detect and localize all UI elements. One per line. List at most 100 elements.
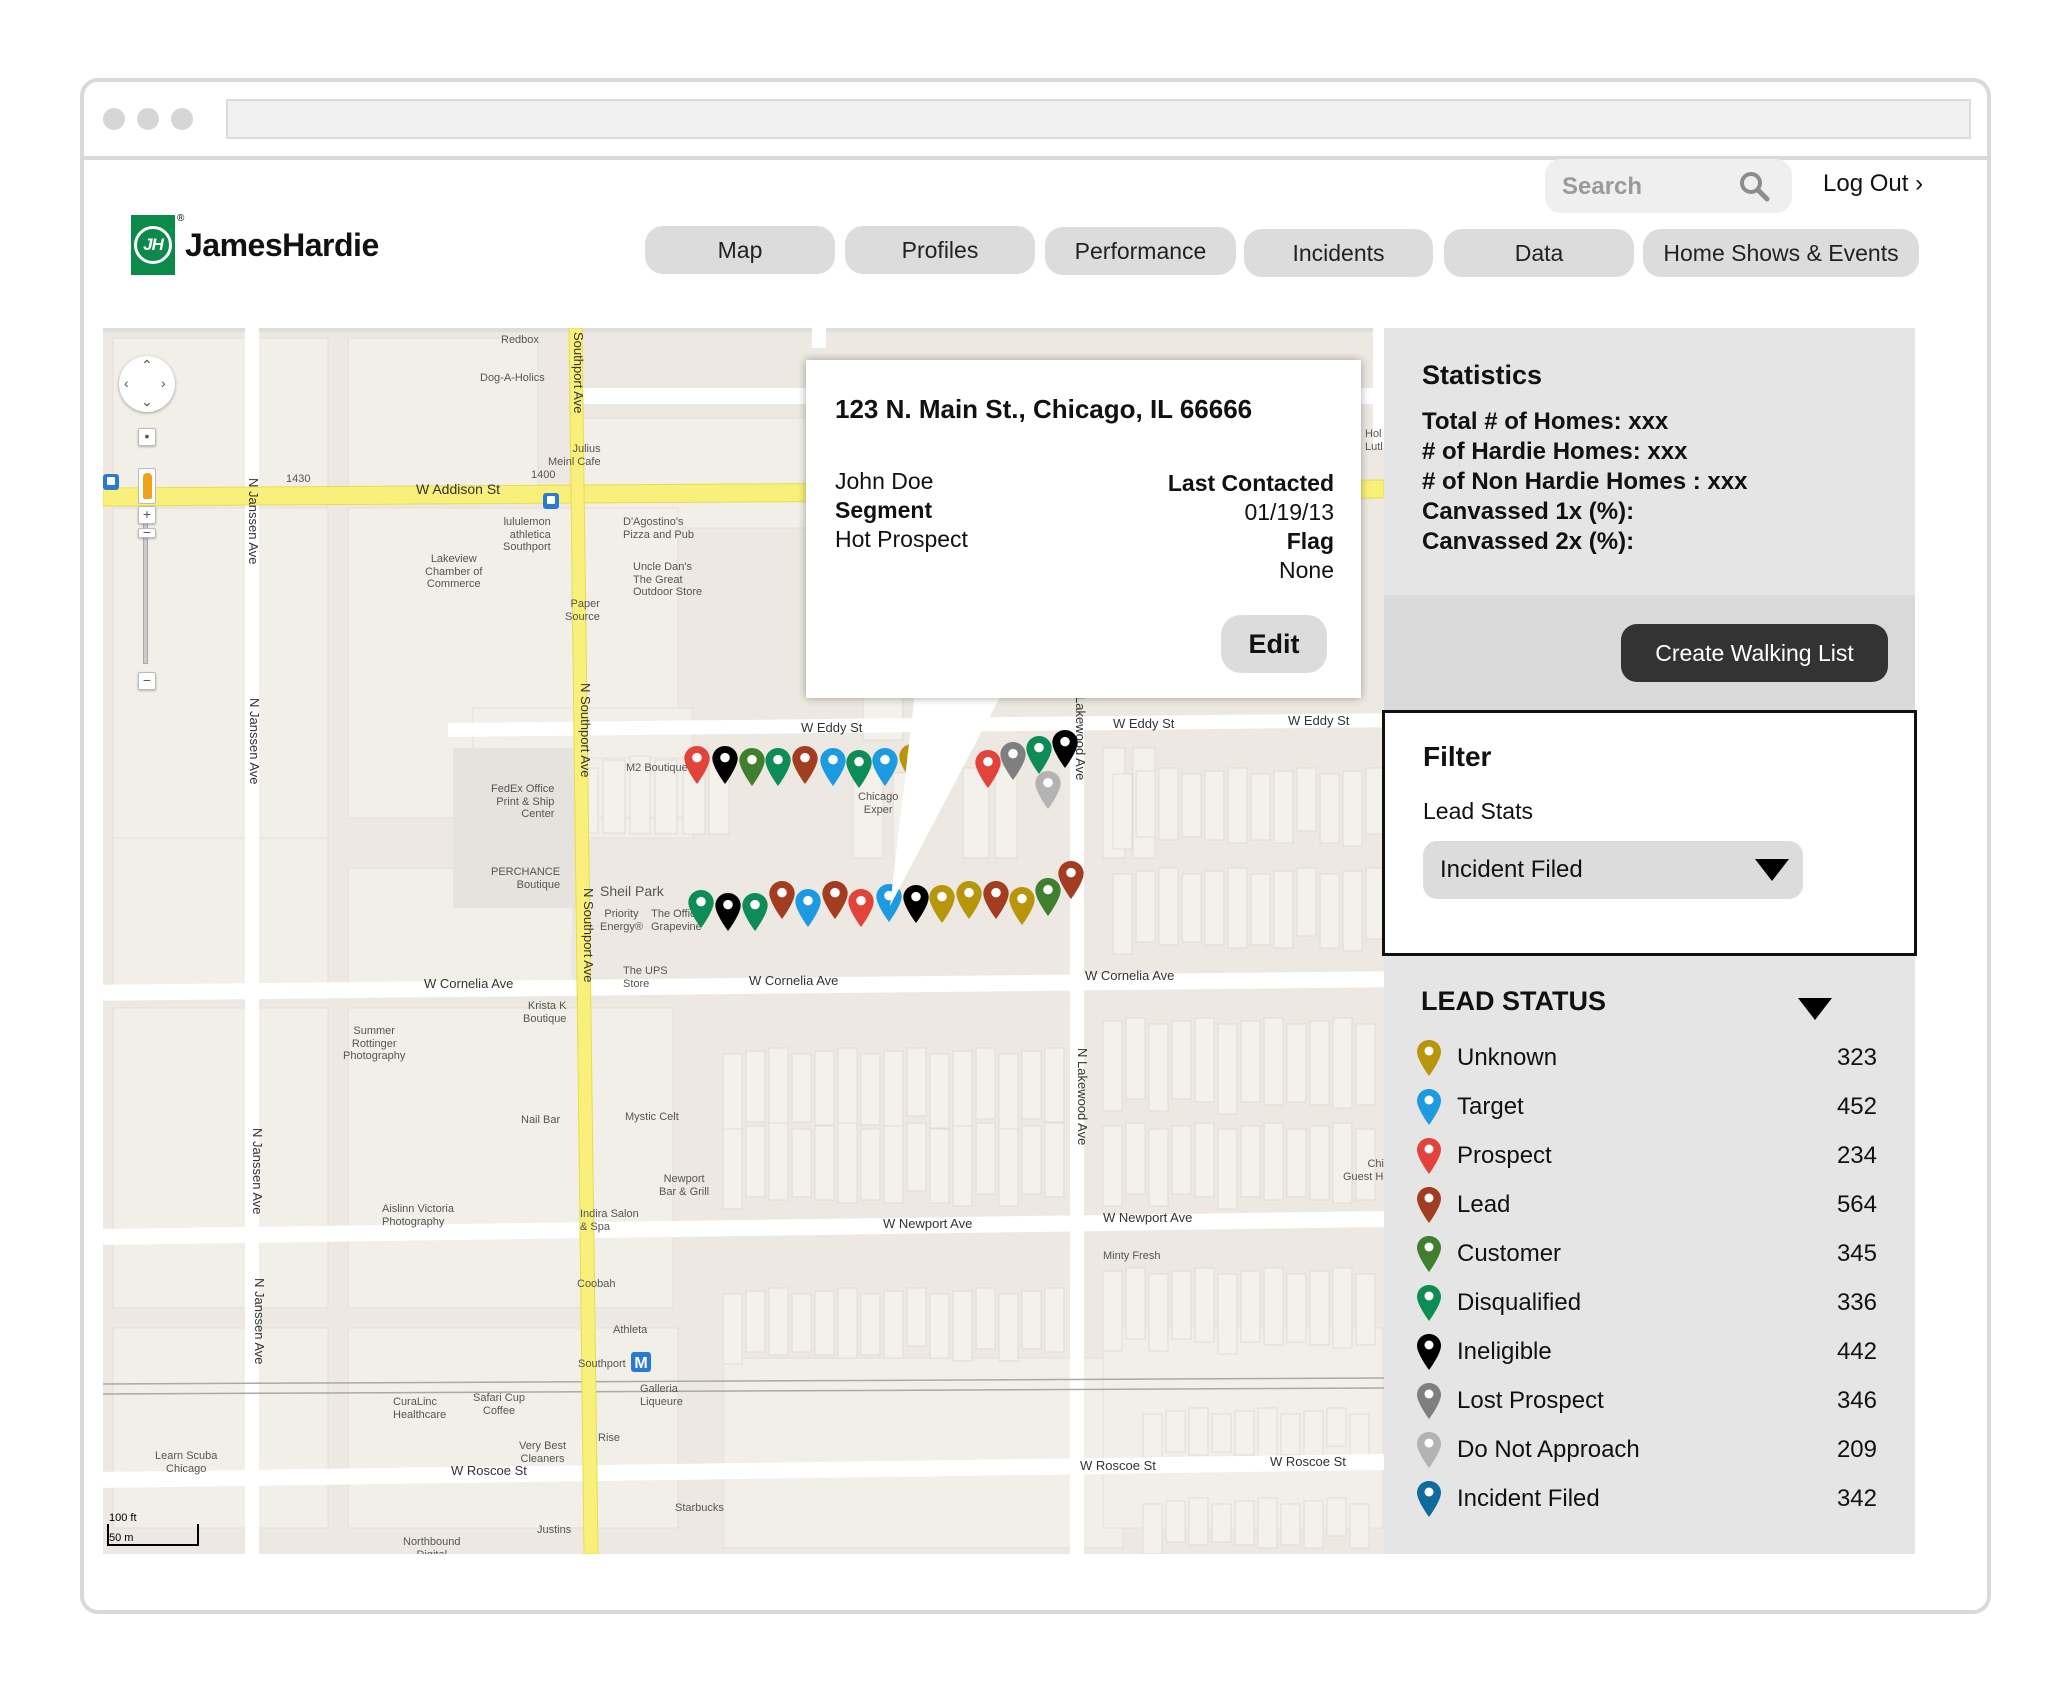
place-chic-guest-house[interactable]: Chic Guest Ho [1343,1158,1384,1183]
lead-status-item-lead[interactable]: Lead 564 [1417,1185,1877,1225]
street-view-pegman-icon[interactable] [138,468,156,504]
map-pin-disqualified[interactable] [765,748,791,786]
nav-tab-data[interactable]: Data [1444,229,1634,277]
place-redbox[interactable]: Redbox [501,334,539,347]
place-summer-rottinger[interactable]: Summer Rottinger Photography [343,1025,405,1063]
place-athleta[interactable]: Athleta [613,1324,647,1337]
search-icon[interactable] [1738,170,1770,202]
map-pin-disqualified[interactable] [1026,736,1052,774]
map-pin-disqualified[interactable] [688,890,714,928]
place-hol-lutl[interactable]: Hol Lutl [1365,428,1383,453]
lead-status-item-target[interactable]: Target 452 [1417,1087,1877,1127]
bus-stop-icon[interactable] [103,474,119,490]
logout-link[interactable]: Log Out › [1823,170,1923,198]
place-julius-meinl[interactable]: Julius Meinl Cafe [548,443,601,468]
place-very-best-cleaners[interactable]: Very Best Cleaners [519,1440,566,1465]
pan-down-icon[interactable]: ⌃ [141,393,153,409]
map-pin-target[interactable] [820,748,846,786]
my-location-button[interactable]: • [138,428,156,446]
map-pan-control[interactable]: ⌃ ⌃ ‹ › [119,356,175,412]
place-justins[interactable]: Justins [537,1524,571,1537]
create-walking-list-button[interactable]: Create Walking List [1621,624,1888,682]
lead-status-item-ineligible[interactable]: Ineligible 442 [1417,1332,1877,1372]
place-curalinc[interactable]: CuraLinc Healthcare [393,1396,446,1421]
map-pin-prospect[interactable] [848,889,874,927]
place-nail-bar[interactable]: Nail Bar [521,1114,560,1127]
pan-right-icon[interactable]: › [161,376,166,390]
place-dagostinos[interactable]: D'Agostino's Pizza and Pub [623,516,694,541]
place-northbound[interactable]: Northbound Digital [403,1536,461,1554]
map-pin-ineligible[interactable] [715,893,741,931]
popup-edit-button[interactable]: Edit [1221,615,1327,673]
bus-stop-icon[interactable] [543,493,559,509]
place-starbucks[interactable]: Starbucks [675,1502,724,1515]
map-pin-lost-prospect[interactable] [1000,742,1026,780]
map-pin-target[interactable] [872,748,898,786]
map-pin-disqualified[interactable] [846,750,872,788]
map-pin-unknown[interactable] [956,881,982,919]
pan-left-icon[interactable]: ‹ [124,376,129,390]
place-southport-station[interactable]: Southport [578,1358,626,1371]
place-dogaholics[interactable]: Dog-A-Holics [480,372,545,385]
place-safari-cup[interactable]: Safari Cup Coffee [473,1392,525,1417]
map-pin-do-not-approach[interactable] [1035,771,1061,809]
place-krista-k[interactable]: Krista K Boutique [523,1000,566,1025]
lead-stats-select[interactable]: Incident Filed [1423,841,1803,899]
nav-tab-performance[interactable]: Performance [1045,227,1236,275]
map-pin-target[interactable] [876,884,902,922]
place-galleria-liqueure[interactable]: Galleria Liqueure [640,1383,683,1408]
place-rise[interactable]: Rise [598,1432,620,1445]
map-pin-ineligible[interactable] [1052,730,1078,768]
address-bar[interactable] [226,99,1971,139]
nav-tab-incidents[interactable]: Incidents [1244,229,1433,277]
place-paper-source[interactable]: Paper Source [565,598,600,623]
place-sheil-park[interactable]: Sheil Park [600,883,664,899]
place-m2-boutique[interactable]: M2 Boutique [626,762,688,775]
place-priority-energy[interactable]: Priority Energy® [600,908,643,933]
nav-tab-map[interactable]: Map [645,226,835,274]
lead-status-item-lost-prospect[interactable]: Lost Prospect 346 [1417,1381,1877,1421]
map-pin-lead[interactable] [792,746,818,784]
map-pin-lead[interactable] [1058,861,1084,899]
map-pin-customer[interactable] [739,748,765,786]
window-maximize-dot[interactable] [171,108,193,130]
place-lakeview-chamber[interactable]: Lakeview Chamber of Commerce [425,553,482,591]
place-perchance[interactable]: PERCHANCE Boutique [491,866,560,891]
zoom-slider-handle[interactable]: − [138,525,156,539]
map-pin-target[interactable] [795,889,821,927]
map-pin-ineligible[interactable] [903,885,929,923]
map-pin-lead[interactable] [983,881,1009,919]
window-close-dot[interactable] [103,108,125,130]
place-uncle-dans[interactable]: Uncle Dan's The Great Outdoor Store [633,561,702,599]
map-pin-prospect[interactable] [684,746,710,784]
place-lululemon[interactable]: lululemon athletica Southport [503,516,551,554]
lead-status-item-incident-filed[interactable]: Incident Filed 342 [1417,1479,1877,1519]
nav-tab-profiles[interactable]: Profiles [845,226,1035,274]
map-pin-disqualified[interactable] [742,893,768,931]
place-fedex[interactable]: FedEx Office Print & Ship Center [491,783,554,821]
place-chicago-exp[interactable]: Chicago Exper [858,791,898,816]
place-ups-store[interactable]: The UPS Store [623,965,668,990]
map-pin-lead[interactable] [822,881,848,919]
pan-up-icon[interactable]: ⌃ [141,358,153,372]
place-coobah[interactable]: Coobah [577,1278,616,1291]
lead-status-collapse-icon[interactable] [1798,998,1832,1020]
map-pin-unknown[interactable] [899,744,925,782]
place-mystic-celt[interactable]: Mystic Celt [625,1111,679,1124]
place-learn-scuba[interactable]: Learn Scuba Chicago [155,1450,217,1475]
brand-logo[interactable]: JH ® JamesHardie [131,213,379,276]
lead-status-item-unknown[interactable]: Unknown 323 [1417,1038,1877,1078]
place-minty-fresh[interactable]: Minty Fresh [1103,1250,1160,1263]
zoom-in-button[interactable]: + [138,506,156,524]
lead-status-item-do-not-approach[interactable]: Do Not Approach 209 [1417,1430,1877,1470]
map-pin-unknown[interactable] [1009,887,1035,925]
lead-status-item-prospect[interactable]: Prospect 234 [1417,1136,1877,1176]
window-minimize-dot[interactable] [137,108,159,130]
map-pin-ineligible[interactable] [712,746,738,784]
metro-station-icon[interactable]: M [631,1352,651,1372]
nav-tab-home-shows-events[interactable]: Home Shows & Events [1643,229,1919,277]
place-aislinn-victoria[interactable]: Aislinn Victoria Photography [382,1203,454,1228]
map-pin-unknown[interactable] [929,885,955,923]
map-pin-lead[interactable] [769,881,795,919]
lead-status-item-customer[interactable]: Customer 345 [1417,1234,1877,1274]
